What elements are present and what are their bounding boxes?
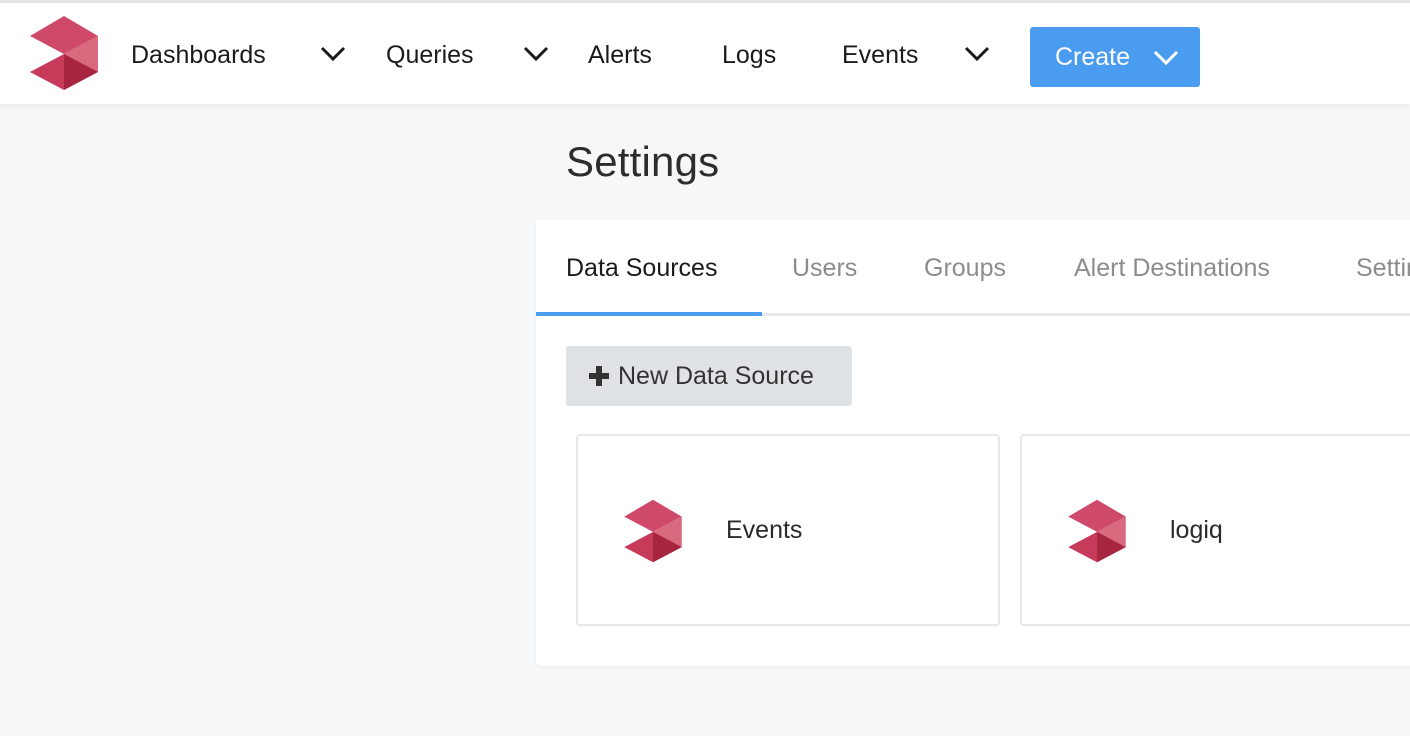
data-source-card-logiq[interactable]: logiq <box>1020 434 1410 626</box>
tab-data-sources[interactable]: Data Sources <box>566 220 717 316</box>
new-data-source-button[interactable]: New Data Source <box>566 346 852 406</box>
data-source-card-events[interactable]: Events <box>576 434 1000 626</box>
events-chevron-down-icon[interactable] <box>963 43 991 65</box>
queries-chevron-down-icon[interactable] <box>522 43 550 65</box>
tab-settings[interactable]: Settings <box>1356 220 1410 316</box>
create-button-label: Create <box>1055 42 1131 71</box>
active-tab-indicator <box>536 312 762 316</box>
settings-tabs: Data Sources Users Groups Alert Destinat… <box>536 220 1410 316</box>
settings-panel: Data Sources Users Groups Alert Destinat… <box>536 220 1410 666</box>
plus-icon <box>589 366 609 386</box>
data-source-name: Events <box>726 516 803 544</box>
nav-alerts[interactable]: Alerts <box>588 3 652 107</box>
data-source-name: logiq <box>1170 516 1223 544</box>
page-title: Settings <box>566 138 720 185</box>
nav-queries[interactable]: Queries <box>386 3 474 107</box>
tab-alert-destinations[interactable]: Alert Destinations <box>1074 220 1270 316</box>
top-navigation-bar: Dashboards Queries Alerts Logs Events Cr… <box>0 0 1410 104</box>
create-button[interactable]: Create <box>1030 27 1200 87</box>
tab-users[interactable]: Users <box>792 220 857 316</box>
dashboards-chevron-down-icon[interactable] <box>319 43 347 65</box>
new-data-source-label: New Data Source <box>618 361 814 390</box>
nav-events[interactable]: Events <box>842 3 918 107</box>
nav-logs[interactable]: Logs <box>722 3 776 107</box>
app-logo-icon[interactable] <box>28 14 100 92</box>
logiq-logo-icon <box>1068 499 1126 563</box>
logiq-logo-icon <box>624 499 682 563</box>
create-chevron-down-icon <box>1153 50 1179 66</box>
nav-dashboards[interactable]: Dashboards <box>131 3 266 107</box>
tab-groups[interactable]: Groups <box>924 220 1006 316</box>
